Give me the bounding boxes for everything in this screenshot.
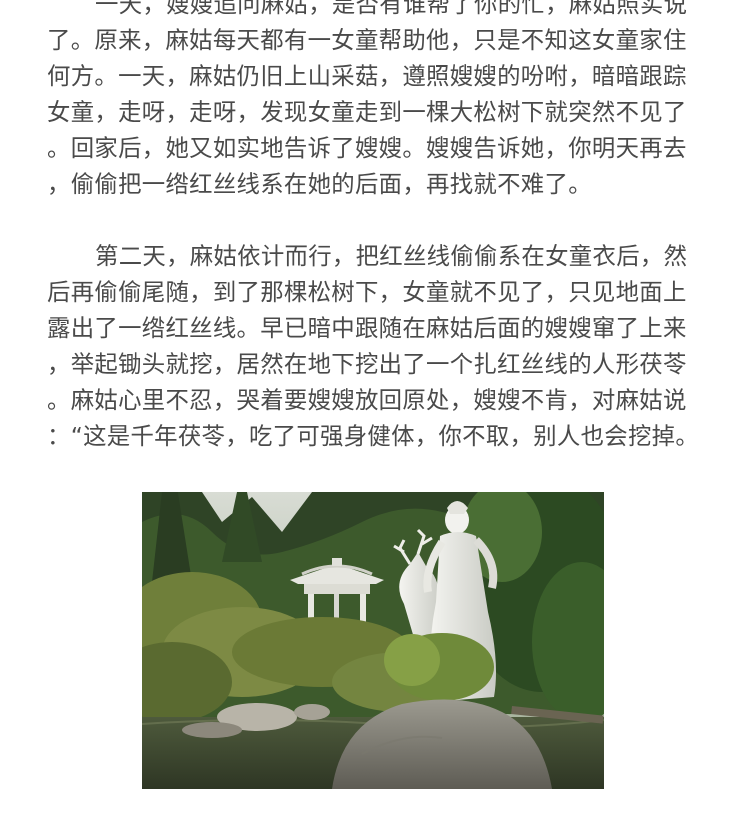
- paragraph-line: 何方。一天，麻姑仍旧上山采菇，遵照嫂嫂的吩咐，暗暗跟踪: [47, 62, 687, 90]
- statue-photo: [142, 492, 604, 789]
- paragraph-line: 了。原来，麻姑每天都有一女童帮助他，只是不知这女童家住: [47, 26, 687, 54]
- paragraph-line: 女童，走呀，走呀，发现女童走到一棵大松树下就突然不见了: [47, 98, 687, 126]
- paragraph-line: 第二天，麻姑依计而行，把红丝线偷偷系在女童衣后，然: [95, 242, 688, 270]
- paragraph-line: ，偷偷把一绺红丝线系在她的后面，再找就不难了。: [47, 170, 592, 198]
- paragraph-line: ：“这是千年茯苓，吃了可强身健体，你不取，别人也会挖掉。: [47, 422, 700, 450]
- paragraph-line: 。麻姑心里不忍，哭着要嫂嫂放回原处，嫂嫂不肯，对麻姑说: [47, 386, 687, 414]
- article-body: 一天，嫂嫂追问麻姑，是否有谁帮了你的忙，麻姑照实说 了。原来，麻姑每天都有一女童…: [0, 0, 750, 454]
- paragraph-2: 第二天，麻姑依计而行，把红丝线偷偷系在女童衣后，然 后再偷偷尾随，到了那棵松树下…: [0, 238, 750, 454]
- paragraph-line: 后再偷偷尾随，到了那棵松树下，女童就不见了，只见地面上: [47, 278, 687, 306]
- paragraph-line: 一天，嫂嫂追问麻姑，是否有谁帮了你的忙，麻姑照实说: [95, 0, 688, 18]
- paragraph-line: ，举起锄头就挖，居然在地下挖出了一个扎红丝线的人形茯苓: [47, 350, 687, 378]
- paragraph-line: 。回家后，她又如实地告诉了嫂嫂。嫂嫂告诉她，你明天再去: [47, 134, 687, 162]
- paragraph-1: 一天，嫂嫂追问麻姑，是否有谁帮了你的忙，麻姑照实说 了。原来，麻姑每天都有一女童…: [0, 0, 750, 202]
- paragraph-line: 露出了一绺红丝线。早已暗中跟随在麻姑后面的嫂嫂窜了上来: [47, 314, 687, 342]
